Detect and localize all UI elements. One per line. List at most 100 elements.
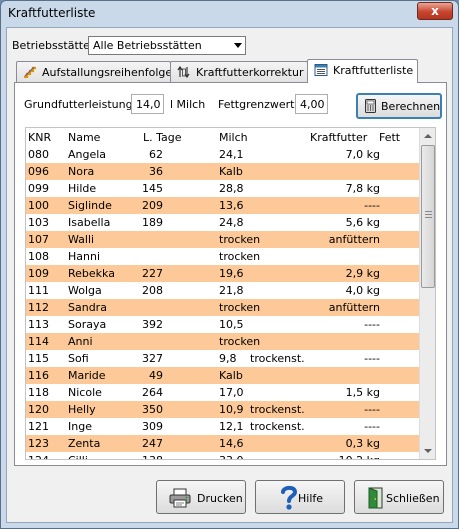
table-row[interactable]: 124 Cilli 138 33,0 10,2 kg (26, 452, 419, 459)
cell-tage: 62 (149, 148, 163, 161)
schliessen-button[interactable]: Schließen (354, 480, 444, 514)
tab-aufstallungsreihenfolge[interactable]: Aufstallungsreihenfolge (16, 61, 172, 83)
drucken-label: Drucken (197, 492, 243, 505)
cell-name: Soraya (68, 318, 107, 331)
table-row[interactable]: 121 Inge 309 12,1 trockenst. ---- (26, 418, 419, 435)
grundfutter-input[interactable]: 14,0 (131, 94, 164, 114)
table-row[interactable]: 120 Helly 350 10,9 trockenst. ---- (26, 401, 419, 418)
cell-name: Angela (68, 148, 107, 161)
sort-arrows-icon (177, 65, 191, 79)
table-row[interactable]: 096 Nora 36 Kalb (26, 163, 419, 180)
client-area: Betriebsstätte: Alle Betriebsstätten Auf… (6, 27, 453, 523)
column-header-milch[interactable]: Milch (219, 131, 248, 144)
table-row[interactable]: 118 Nicole 264 17,0 1,5 kg (26, 384, 419, 401)
tab-label: Kraftfutterliste (333, 64, 414, 77)
chevron-down-icon[interactable] (234, 43, 242, 48)
cell-name: Helly (68, 403, 96, 416)
cell-knr: 103 (28, 216, 49, 229)
cell-milch: 33,0 (219, 454, 244, 459)
table-row[interactable]: 107 Walli trocken anfüttern (26, 231, 419, 248)
cell-kraftfutter: 0,3 kg (345, 437, 380, 450)
grundfutter-label: Grundfutterleistung: (24, 98, 137, 111)
betriebsstaette-select[interactable]: Alle Betriebsstätten (88, 36, 246, 55)
schliessen-label: Schließen (386, 492, 440, 505)
table-row[interactable]: 115 Sofi 327 9,8 trockenst. ---- (26, 350, 419, 367)
kraftfutter-table[interactable]: KNR Name L. Tage Milch Kraftfutter Fett … (25, 127, 436, 460)
cell-knr: 123 (28, 437, 49, 450)
column-header-name[interactable]: Name (68, 131, 100, 144)
arrow-up-icon (424, 134, 432, 138)
scroll-up-button[interactable] (420, 128, 435, 144)
title-bar[interactable]: Kraftfutterliste x (1, 1, 458, 27)
cell-name: Hilde (68, 182, 97, 195)
cell-kraftfutter: ---- (364, 420, 380, 433)
cell-kraftfutter: anfüttern (328, 233, 380, 246)
cell-name: Zenta (68, 437, 101, 450)
fettgrenz-input[interactable]: 4,00 (295, 94, 328, 114)
scroll-down-button[interactable] (420, 443, 435, 459)
cell-name: Wolga (68, 284, 102, 297)
table-row[interactable]: 080 Angela 62 24,1 7,0 kg (26, 146, 419, 163)
cell-knr: 118 (28, 386, 49, 399)
cell-milch: 9,8 (219, 352, 237, 365)
column-header-knr[interactable]: KNR (28, 131, 51, 144)
table-header: KNR Name L. Tage Milch Kraftfutter Fett (26, 128, 419, 145)
kraftfutterliste-panel: Grundfutterleistung: 14,0 l Milch Fettgr… (14, 82, 447, 466)
cell-milch: 21,8 (219, 284, 244, 297)
cell-name: Anni (68, 335, 93, 348)
cell-name: Rebekka (68, 267, 115, 280)
cell-tage: 350 (142, 403, 163, 416)
list-icon (314, 64, 328, 76)
table-row[interactable]: 111 Wolga 208 21,8 4,0 kg (26, 282, 419, 299)
cell-knr: 114 (28, 335, 49, 348)
column-header-fett[interactable]: Fett (379, 131, 400, 144)
column-header-tage[interactable]: L. Tage (143, 131, 182, 144)
cell-tage: 227 (142, 267, 163, 280)
table-row[interactable]: 100 Siglinde 209 13,6 ---- (26, 197, 419, 214)
cell-milch: trocken (219, 301, 261, 314)
cell-knr: 099 (28, 182, 49, 195)
cell-tage: 392 (142, 318, 163, 331)
column-header-kraftfutter[interactable]: Kraftfutter (310, 131, 367, 144)
printer-icon (169, 488, 191, 511)
table-row[interactable]: 112 Sandra trocken anfüttern (26, 299, 419, 316)
cell-kraftfutter: 5,6 kg (345, 216, 380, 229)
cell-knr: 107 (28, 233, 49, 246)
grip-line (425, 211, 432, 212)
cell-milch: trocken (219, 335, 261, 348)
scroll-thumb[interactable] (421, 145, 435, 288)
cell-tage: 36 (149, 165, 163, 178)
cell-name: Nicole (68, 386, 102, 399)
table-row[interactable]: 109 Rebekka 227 19,6 2,9 kg (26, 265, 419, 282)
calculator-icon (365, 99, 376, 116)
cell-kraftfutter: 7,0 kg (345, 148, 380, 161)
tab-kraftfutterliste[interactable]: Kraftfutterliste (307, 59, 418, 83)
table-body: 080 Angela 62 24,1 7,0 kg 096 Nora 36 Kalb 099 Hil… (26, 146, 419, 459)
table-row[interactable]: 113 Soraya 392 10,5 ---- (26, 316, 419, 333)
drucken-button[interactable]: Drucken (156, 480, 246, 514)
table-row[interactable]: 099 Hilde 145 28,8 7,8 kg (26, 180, 419, 197)
cell-tage: 209 (142, 199, 163, 212)
cell-kraftfutter: 4,0 kg (345, 284, 380, 297)
cell-kraftfutter: 10,2 kg (296, 454, 380, 459)
table-row[interactable]: 114 Anni trocken (26, 333, 419, 350)
hilfe-button[interactable]: Hilfe (255, 480, 345, 514)
tab-kraftfutterkorrektur[interactable]: Kraftfutterkorrektur (170, 61, 308, 83)
cell-knr: 111 (28, 284, 49, 297)
close-button[interactable]: x (417, 2, 453, 20)
help-question-icon (280, 485, 298, 514)
table-row[interactable]: 123 Zenta 247 14,6 0,3 kg (26, 435, 419, 452)
cell-name: Nora (68, 165, 95, 178)
cell-tage: 49 (149, 369, 163, 382)
betriebsstaette-label: Betriebsstätte: (12, 39, 94, 52)
table-row[interactable]: 103 Isabella 189 24,8 5,6 kg (26, 214, 419, 231)
berechnen-button[interactable]: Berechnen (356, 93, 442, 119)
table-row[interactable]: 116 Maride 49 Kalb (26, 367, 419, 384)
cell-milch: 28,8 (219, 182, 244, 195)
vertical-scrollbar[interactable] (419, 128, 435, 459)
cell-name: Walli (68, 233, 95, 246)
grip-line (425, 214, 432, 215)
arrow-down-icon (424, 449, 432, 453)
table-row[interactable]: 108 Hanni trocken (26, 248, 419, 265)
cell-name: Inge (68, 420, 92, 433)
